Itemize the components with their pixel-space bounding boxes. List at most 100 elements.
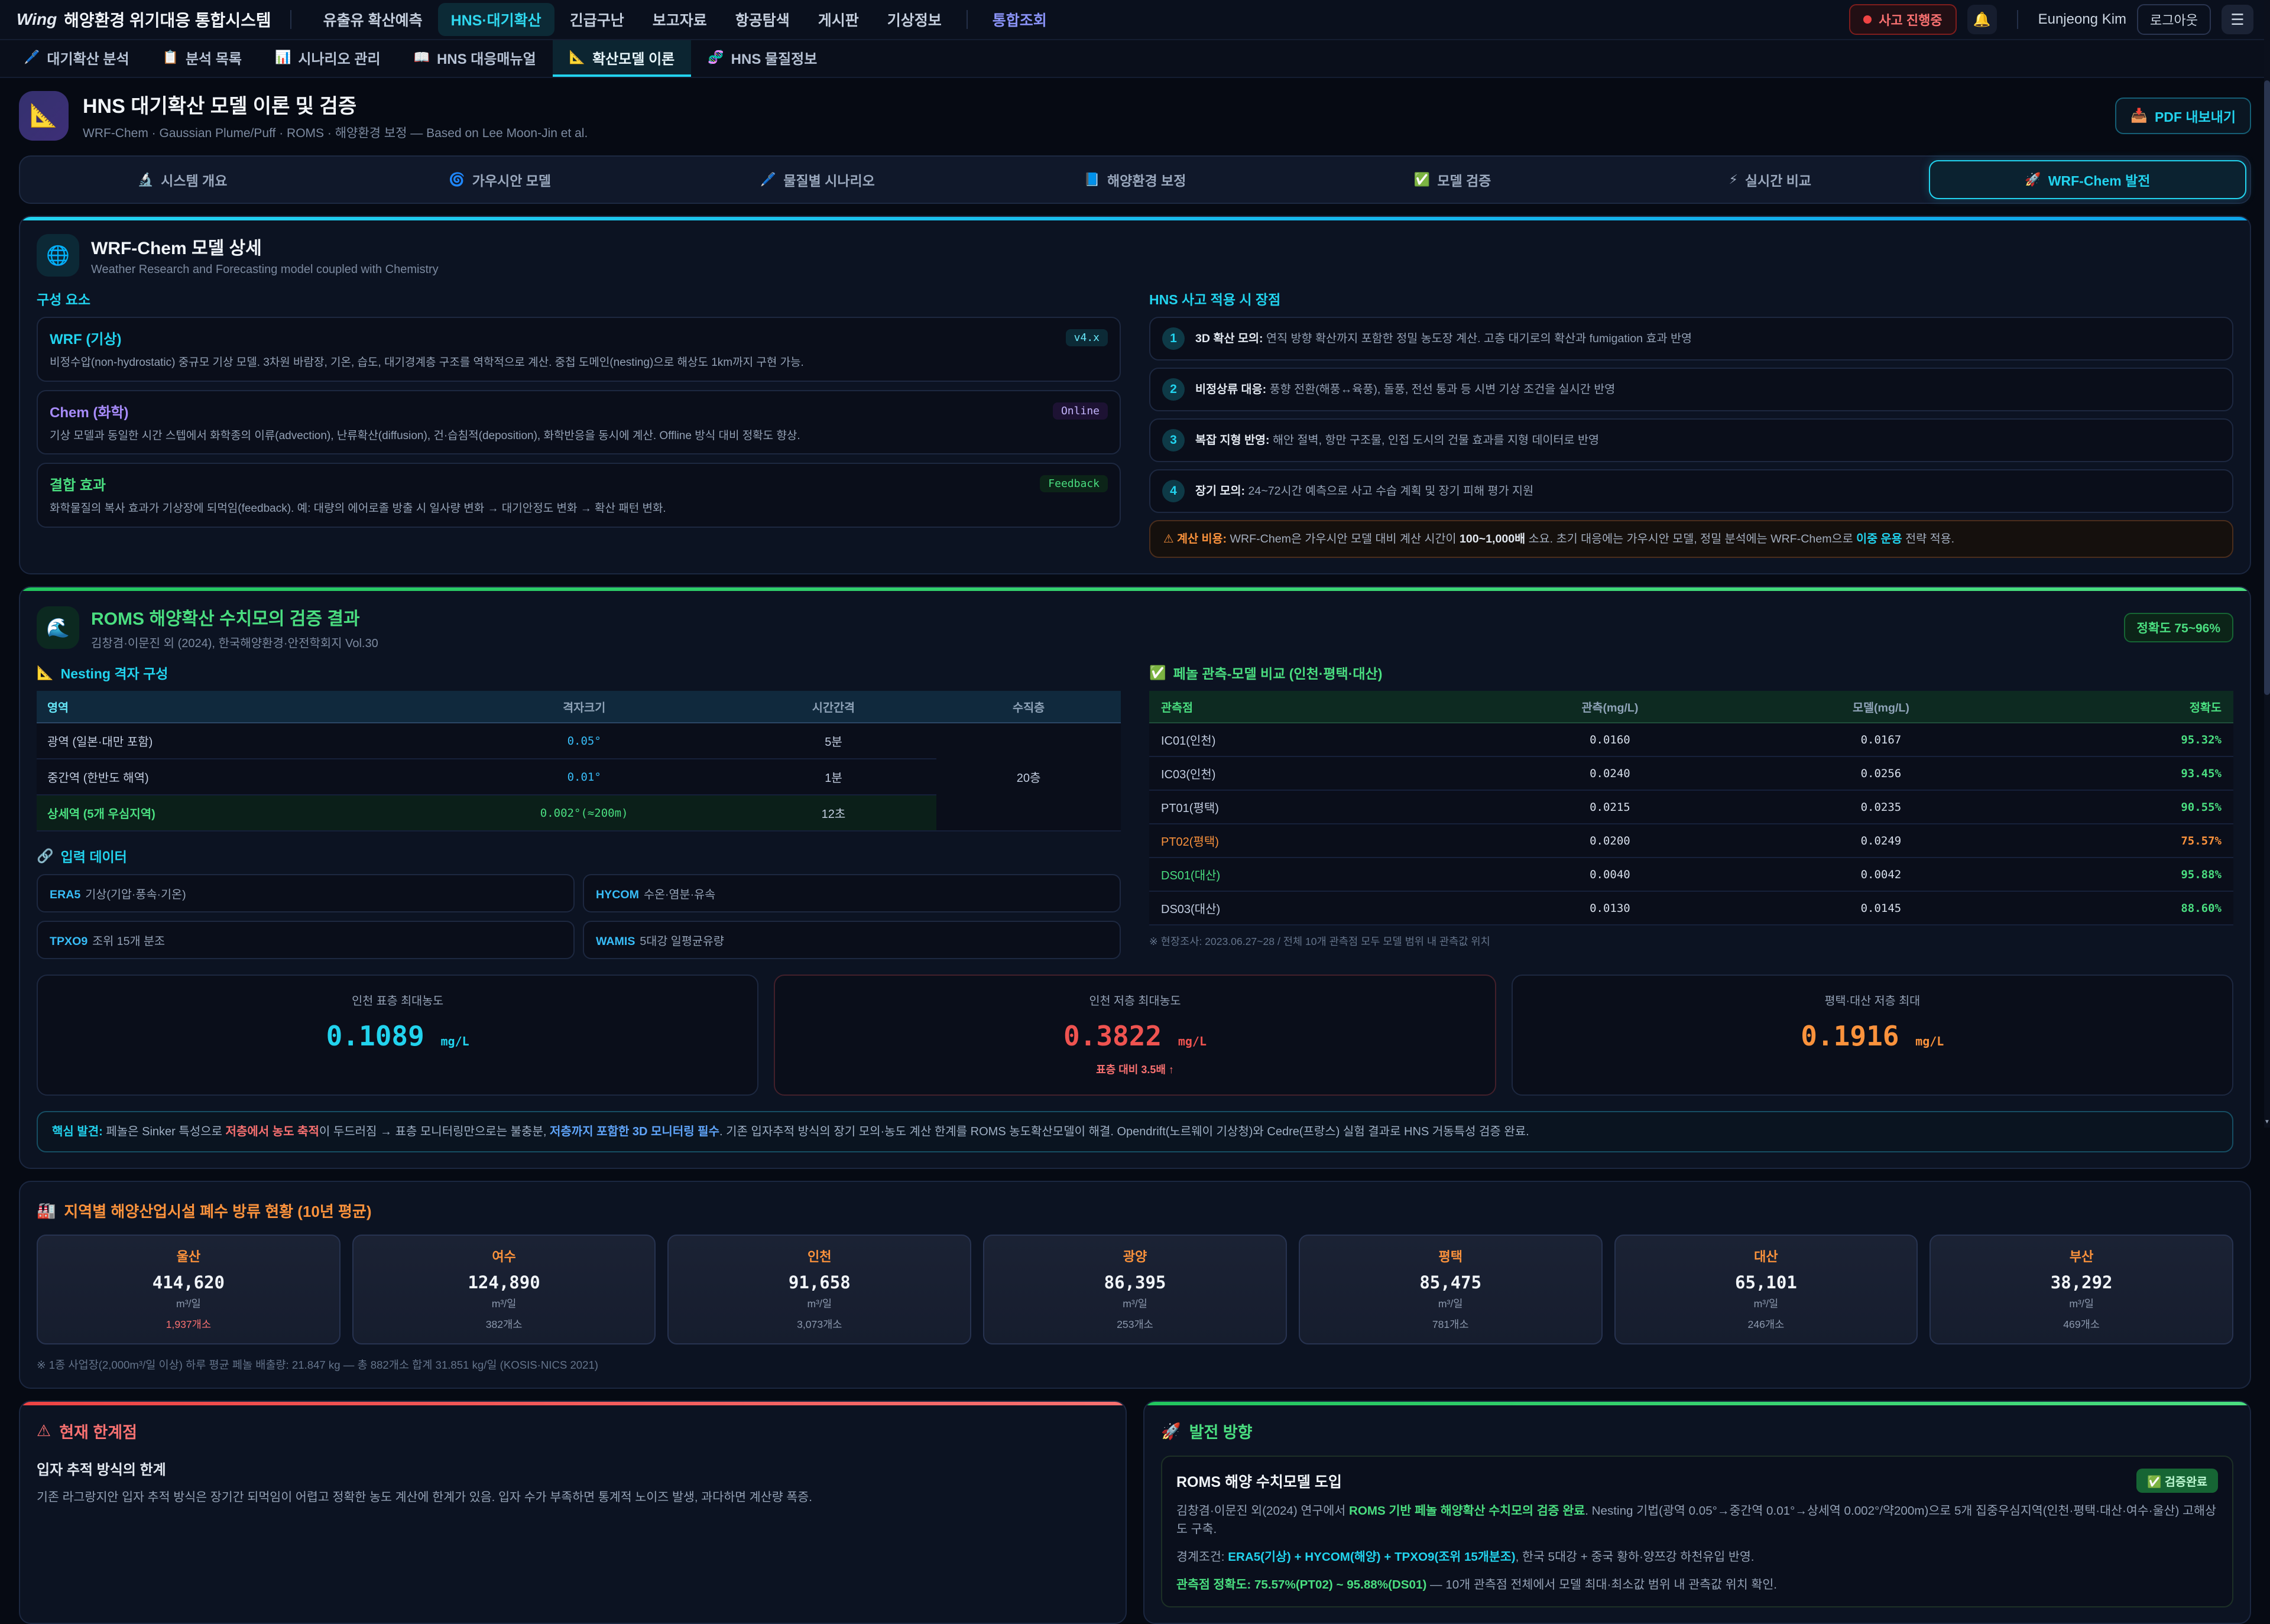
tab-model-validation[interactable]: ✅ 모델 검증 [1294,160,1611,199]
key-finding-note: 핵심 발견: 페놀은 Sinker 특성으로 저층에서 농도 축적이 두드러짐 … [37,1111,2233,1152]
clipboard-icon: 📋 [163,50,179,65]
nav-oil-spill[interactable]: 유출유 확산예측 [310,3,436,36]
nav-integrated-search[interactable]: 통합조회 [980,3,1060,36]
metric-incheon-bottom: 인천 저층 최대농도 0.3822 mg/L 표층 대비 3.5배 ↑ [774,975,1496,1096]
pdf-export-button[interactable]: 📥 PDF 내보내기 [2115,98,2251,134]
cyclone-icon: 🌀 [449,172,465,187]
pen-icon: 🖊️ [760,172,776,187]
bell-icon: 🔔 [1973,11,1991,28]
dna-icon: 🧬 [708,50,724,65]
advantages-label: HNS 사고 적용 시 장점 [1149,288,2233,308]
roms-adoption-card: ROMS 해양 수치모델 도입 ✅ 검증완료 김창겸·이문진 외(2024) 연… [1161,1456,2233,1607]
page-title: HNS 대기확산 모델 이론 및 검증 [83,90,588,119]
scrollbar-down-arrow[interactable]: ▼ [2264,1119,2270,1125]
nav-reports[interactable]: 보고자료 [640,3,720,36]
verified-badge: ✅ 검증완료 [2136,1469,2218,1493]
components-label: 구성 요소 [37,288,1121,308]
table-header-row: 영역 격자크기 시간간격 수직층 [37,691,1121,723]
number-badge: 1 [1162,327,1185,350]
component-card-wrf: WRF (기상) v4.x 비정수압(non-hydrostatic) 중규모 … [37,317,1121,382]
roms-line-1: 김창겸·이문진 외(2024) 연구에서 ROMS 기반 페놀 해양확산 수치모… [1176,1502,2218,1539]
logout-button[interactable]: 로그아웃 [2137,4,2211,35]
main-nav: 유출유 확산예측 HNS·대기확산 긴급구난 보고자료 항공탐색 게시판 기상정… [310,3,1060,36]
subtab-scenario-management[interactable]: 📊 시나리오 관리 [258,40,397,77]
section-tabs: 🔬 시스템 개요 🌀 가우시안 모델 🖊️ 물질별 시나리오 📘 해양환경 보정… [19,155,2251,204]
wrf-panel-title: WRF-Chem 모델 상세 [91,233,439,259]
rocket-icon: 🚀 [1161,1422,1181,1441]
triangle-ruler-icon: 📐 [569,50,585,65]
triangle-ruler-icon: 📐 [30,103,57,129]
user-name: Eunjeong Kim [2038,11,2126,28]
nesting-grid-table: 영역 격자크기 시간간격 수직층 광역 (일본·대만 포함) 0.05° 5분 … [37,691,1121,832]
table-row: DS03(대산) 0.0130 0.0145 88.60% [1149,891,2233,925]
globe-icon: 🌐 [37,234,79,277]
survey-note: ※ 현장조사: 2023.06.27~28 / 전체 10개 관측점 모두 모델… [1149,934,2233,949]
tab-marine-correction[interactable]: 📘 해양환경 보정 [976,160,1293,199]
blue-book-icon: 📘 [1084,172,1100,187]
bottom-section: ⚠ 현재 한계점 입자 추적 방식의 한계 기존 라그랑지안 입자 추적 방식은… [19,1401,2251,1624]
advantage-text: 비정상류 대응: 풍향 전환(해풍↔육풍), 돌풍, 전선 통과 등 시변 기상… [1195,381,1615,398]
subtab-hns-response-manual[interactable]: 📖 HNS 대응매뉴얼 [397,40,553,77]
table-row-warning: PT02(평택) 0.0200 0.0249 75.57% [1149,824,2233,858]
check-icon: ✅ [1414,172,1430,187]
scrollbar-thumb[interactable] [2264,80,2270,695]
limitations-title: ⚠ 현재 한계점 [37,1420,1109,1443]
table-row: 광역 (일본·대만 포함) 0.05° 5분 20층 [37,723,1121,759]
divider [967,10,968,29]
subtab-atmospheric-analysis[interactable]: 🖊️ 대기확산 분석 [7,40,146,77]
future-direction-panel: 🚀 발전 방향 ROMS 해양 수치모델 도입 ✅ 검증완료 김창겸·이문진 외… [1143,1401,2251,1624]
link-icon: 🔗 [37,848,54,864]
nav-hns-atmospheric[interactable]: HNS·대기확산 [438,3,554,36]
nav-weather-info[interactable]: 기상정보 [874,3,955,36]
number-badge: 2 [1162,378,1185,401]
nav-board[interactable]: 게시판 [805,3,872,36]
region-card-yeosu: 여수 124,890 m³/일 382개소 [352,1235,656,1344]
phenol-comparison-table: 관측점 관측(mg/L) 모델(mg/L) 정확도 IC01(인천) 0.016… [1149,691,2233,925]
nesting-column: 📐 Nesting 격자 구성 영역 격자크기 시간간격 수직층 광역 (일본·… [37,662,1121,959]
tab-wrf-chem-future[interactable]: 🚀 WRF-Chem 발전 [1929,160,2246,199]
lightning-icon: ⚡ [1729,172,1737,187]
region-card-gwangyang: 광양 86,395 m³/일 253개소 [983,1235,1287,1344]
table-row: DS01(대산) 0.0040 0.0042 95.88% [1149,858,2233,891]
inbox-tray-icon: 📥 [2130,108,2148,124]
computation-cost-note: ⚠ 계산 비용: WRF-Chem은 가우시안 모델 대비 계산 시간이 100… [1149,520,2233,558]
component-card-coupling: 결합 효과 Feedback 화학물질의 복사 효과가 기상장에 되먹임(fee… [37,463,1121,528]
subtab-hns-substance-info[interactable]: 🧬 HNS 물질정보 [691,40,834,77]
region-card-pyeongtaek: 평택 85,475 m³/일 781개소 [1299,1235,1603,1344]
notification-bell-button[interactable]: 🔔 [1967,5,1997,34]
incident-in-progress-badge[interactable]: 사고 진행중 [1849,4,1956,35]
hamburger-menu-button[interactable]: ☰ [2222,5,2253,34]
subtab-diffusion-model-theory[interactable]: 📐 확산모델 이론 [553,40,692,77]
sub-navigation-bar: 🖊️ 대기확산 분석 📋 분석 목록 📊 시나리오 관리 📖 HNS 대응매뉴얼… [0,40,2270,78]
tab-substance-scenarios[interactable]: 🖊️ 물질별 시나리오 [659,160,976,199]
metric-incheon-surface: 인천 표층 최대농도 0.1089 mg/L [37,975,758,1096]
table-row: IC01(인천) 0.0160 0.0167 95.32% [1149,723,2233,756]
region-card-busan: 부산 38,292 m³/일 469개소 [1930,1235,2233,1344]
advantage-item: 1 3D 확산 모의: 연직 방향 확산까지 포함한 정밀 농도장 계산. 고층… [1149,317,2233,360]
advantage-text: 3D 확산 모의: 연직 방향 확산까지 포함한 정밀 농도장 계산. 고층 대… [1195,330,1692,347]
factory-icon: 🏭 [37,1201,56,1220]
subtab-analysis-list[interactable]: 📋 분석 목록 [146,40,258,77]
tab-system-overview[interactable]: 🔬 시스템 개요 [24,160,341,199]
nav-aerial-search[interactable]: 항공탐색 [722,3,803,36]
advantage-text: 장기 모의: 24~72시간 예측으로 사고 수습 계획 및 장기 피해 평가 … [1195,483,1533,499]
component-desc: 기상 모델과 동일한 시간 스텝에서 화학종의 이류(advection), 난… [50,428,1108,444]
region-card-daesan: 대산 65,101 m³/일 246개소 [1614,1235,1918,1344]
page-scrollbar[interactable]: ▼ [2264,0,2270,1128]
nav-emergency-rescue[interactable]: 긴급구난 [557,3,637,36]
table-header-row: 관측점 관측(mg/L) 모델(mg/L) 정확도 [1149,691,2233,723]
page-icon: 📐 [19,91,69,141]
tab-gaussian-model[interactable]: 🌀 가우시안 모델 [341,160,659,199]
app-title: 해양환경 위기대응 통합시스템 [64,8,271,31]
feedback-badge: Feedback [1040,475,1108,492]
discharge-title: 🏭 지역별 해양산업시설 폐수 방류 현황 (10년 평균) [37,1200,2233,1222]
tab-realtime-comparison[interactable]: ⚡ 실시간 비교 [1611,160,1929,199]
region-card-incheon: 인천 91,658 m³/일 3,073개소 [667,1235,971,1344]
table-row: IC03(인천) 0.0240 0.0256 93.45% [1149,756,2233,790]
input-data-chips: ERA5기상(기압·풍속·기온) HYCOM수온·염분·유속 TPXO9조위 1… [37,874,1121,959]
wastewater-discharge-panel: 🏭 지역별 해양산업시설 폐수 방류 현황 (10년 평균) 울산 414,62… [19,1181,2251,1389]
number-badge: 3 [1162,429,1185,452]
input-chip-era5: ERA5기상(기압·풍속·기온) [37,874,575,912]
component-name: WRF (기상) [50,327,121,348]
roms-panel-subtitle: 김창겸·이문진 외 (2024), 한국해양환경·안전학회지 Vol.30 [91,634,378,651]
